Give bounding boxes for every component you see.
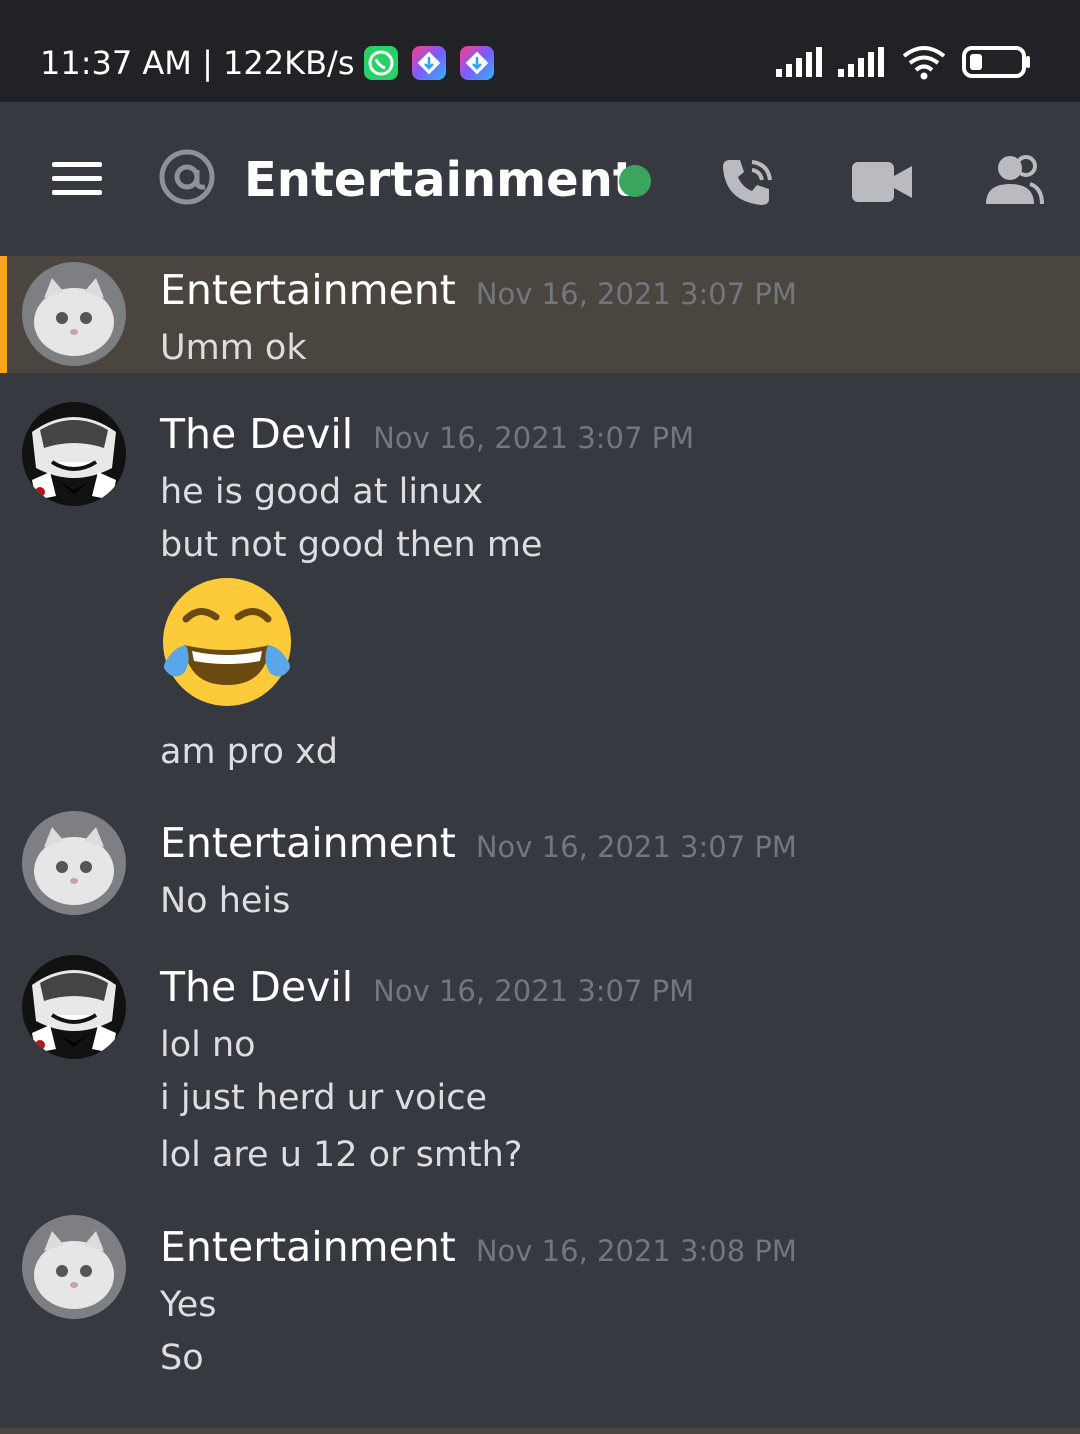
message-text: he is good at linux xyxy=(160,472,484,512)
message-text: No heis xyxy=(160,881,291,921)
at-icon xyxy=(159,149,215,205)
message-group[interactable]: The Devil Nov 16, 2021 3:07 PM lol no i … xyxy=(0,953,1080,1193)
avatar-cat[interactable] xyxy=(22,262,126,366)
app-icon xyxy=(460,46,495,80)
author-name[interactable]: Entertainment xyxy=(160,1223,456,1271)
timestamp: Nov 16, 2021 3:07 PM xyxy=(373,421,695,455)
message-text: am pro xd xyxy=(160,732,338,772)
wifi-icon xyxy=(902,46,946,80)
signal-icon xyxy=(776,47,822,77)
message-text: i just herd ur voice xyxy=(160,1078,487,1118)
message-header: The Devil Nov 16, 2021 3:07 PM xyxy=(160,410,694,458)
message-group[interactable]: Entertainment Nov 16, 2021 3:07 PM Umm o… xyxy=(0,256,1080,373)
battery-icon xyxy=(962,46,1030,78)
avatar-cat[interactable] xyxy=(22,811,126,915)
status-time: 11:37 AM | 122KB/s xyxy=(40,44,355,82)
status-left: 11:37 AM | 122KB/s xyxy=(40,44,495,82)
next-message-highlight xyxy=(0,1428,1080,1434)
message-group[interactable]: The Devil Nov 16, 2021 3:07 PM he is goo… xyxy=(0,400,1080,800)
author-name[interactable]: Entertainment xyxy=(160,819,456,867)
message-text: lol no xyxy=(160,1025,256,1065)
author-name[interactable]: Entertainment xyxy=(160,266,456,314)
whatsapp-icon xyxy=(364,46,399,80)
call-icon[interactable] xyxy=(720,154,778,212)
app-icon xyxy=(412,46,447,80)
message-header: Entertainment Nov 16, 2021 3:07 PM xyxy=(160,819,797,867)
message-header: Entertainment Nov 16, 2021 3:08 PM xyxy=(160,1223,797,1271)
message-text: Yes xyxy=(160,1285,217,1325)
message-header: The Devil Nov 16, 2021 3:07 PM xyxy=(160,963,694,1011)
message-text: lol are u 12 or smth? xyxy=(160,1135,523,1175)
online-status-icon xyxy=(619,165,651,197)
status-bar: 11:37 AM | 122KB/s xyxy=(0,0,1080,102)
members-icon[interactable] xyxy=(984,154,1044,206)
message-group[interactable]: Entertainment Nov 16, 2021 3:07 PM No he… xyxy=(0,809,1080,939)
menu-icon[interactable] xyxy=(52,162,102,196)
joy-emoji-icon: 😂 xyxy=(160,575,294,709)
message-header: Entertainment Nov 16, 2021 3:07 PM xyxy=(160,266,797,314)
timestamp: Nov 16, 2021 3:07 PM xyxy=(373,974,695,1008)
message-text: Umm ok xyxy=(160,328,307,368)
status-right xyxy=(776,44,1032,80)
message-group[interactable]: Entertainment Nov 16, 2021 3:08 PM Yes S… xyxy=(0,1213,1080,1413)
avatar-cat[interactable] xyxy=(22,1215,126,1319)
timestamp: Nov 16, 2021 3:07 PM xyxy=(475,830,797,864)
author-name[interactable]: The Devil xyxy=(160,410,353,458)
timestamp: Nov 16, 2021 3:07 PM xyxy=(475,277,797,311)
channel-title: Entertainment xyxy=(244,152,636,208)
message-text: but not good then me xyxy=(160,525,543,565)
avatar-devil[interactable] xyxy=(22,955,126,1059)
author-name[interactable]: The Devil xyxy=(160,963,353,1011)
message-text: So xyxy=(160,1338,204,1378)
signal-icon xyxy=(838,47,884,77)
video-icon[interactable] xyxy=(852,160,912,204)
channel-header: Entertainment xyxy=(0,102,1080,256)
timestamp: Nov 16, 2021 3:08 PM xyxy=(475,1234,797,1268)
avatar-devil[interactable] xyxy=(22,402,126,506)
